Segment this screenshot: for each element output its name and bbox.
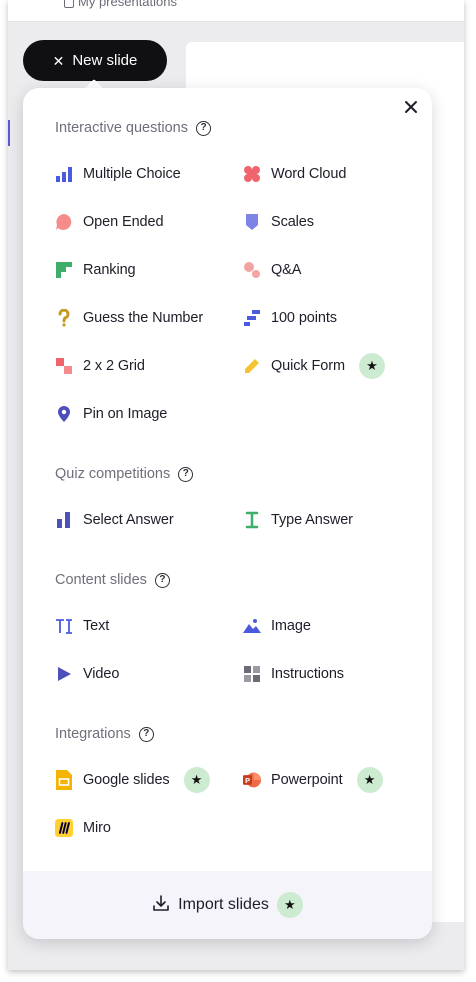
map-pin-icon (55, 405, 73, 423)
text-cursor-icon (243, 511, 261, 529)
item-pin-on-image[interactable]: Pin on Image (55, 390, 243, 438)
item-label: Guess the Number (83, 310, 204, 326)
bar-chart-icon (55, 511, 73, 529)
section-title: Interactive questions (55, 120, 188, 136)
section-title: Content slides (55, 572, 147, 588)
item-qa[interactable]: Q&A (243, 246, 415, 294)
item-multiple-choice[interactable]: Multiple Choice (55, 150, 243, 198)
qa-bubbles-icon (243, 261, 261, 279)
help-icon[interactable]: ? (178, 466, 194, 482)
active-slide-marker (8, 120, 10, 146)
item-video[interactable]: Video (55, 650, 243, 698)
item-guess-the-number[interactable]: Guess the Number (55, 294, 243, 342)
breadcrumb-label: My presentations (78, 0, 177, 9)
item-2x2-grid[interactable]: 2 x 2 Grid (55, 342, 243, 390)
item-label: Scales (271, 214, 314, 230)
star-icon: ★ (358, 353, 385, 379)
steps-icon (243, 309, 261, 327)
help-icon[interactable]: ? (154, 572, 170, 588)
item-label: Miro (83, 820, 111, 836)
text-type-icon (55, 617, 73, 635)
item-label: Text (83, 618, 110, 634)
item-label: Q&A (271, 262, 302, 278)
grid-squares-icon (55, 357, 73, 375)
item-miro[interactable]: Miro (55, 804, 243, 852)
item-label: Powerpoint (271, 772, 343, 788)
play-icon (55, 665, 73, 683)
image-mountain-icon (243, 617, 261, 635)
item-text[interactable]: Text (55, 602, 243, 650)
folder-icon (64, 0, 74, 8)
help-icon[interactable]: ? (196, 120, 211, 136)
section-interactive-questions: Interactive questions ? Multiple Choice … (55, 118, 415, 438)
bar-chart-icon (55, 165, 73, 183)
item-100-points[interactable]: 100 points (243, 294, 415, 342)
item-label: Open Ended (83, 214, 164, 230)
question-mark-icon (55, 309, 73, 327)
item-powerpoint[interactable]: P Powerpoint ★ (243, 756, 415, 804)
item-label: Word Cloud (271, 166, 347, 182)
star-icon: ★ (183, 767, 210, 793)
download-icon (152, 894, 170, 917)
item-label: Type Answer (271, 512, 353, 528)
item-label: 2 x 2 Grid (83, 358, 145, 374)
instructions-grid-icon (243, 665, 261, 683)
item-ranking[interactable]: Ranking (55, 246, 243, 294)
top-bar: My presentations (8, 0, 464, 22)
help-icon[interactable]: ? (138, 726, 154, 742)
speech-bubble-icon (55, 213, 73, 231)
miro-icon (55, 819, 73, 837)
shield-icon (243, 213, 261, 231)
item-label: Instructions (271, 666, 344, 682)
item-label: Multiple Choice (83, 166, 181, 182)
close-x-icon: ✕ (52, 52, 65, 69)
item-scales[interactable]: Scales (243, 198, 415, 246)
close-icon[interactable] (400, 96, 422, 118)
item-label: 100 points (271, 310, 337, 326)
section-quiz-competitions: Quiz competitions ? Select Answer Type A… (55, 464, 415, 544)
svg-text:P: P (245, 776, 250, 785)
section-title: Quiz competitions (55, 466, 171, 482)
powerpoint-icon: P (243, 771, 261, 789)
google-slides-icon (55, 770, 73, 790)
new-slide-label: New slide (72, 52, 138, 69)
item-google-slides[interactable]: Google slides ★ (55, 756, 243, 804)
breadcrumb[interactable]: My presentations (64, 0, 177, 9)
star-icon: ★ (356, 767, 383, 793)
item-select-answer[interactable]: Select Answer (55, 496, 243, 544)
item-word-cloud[interactable]: Word Cloud (243, 150, 415, 198)
section-title: Integrations (55, 726, 131, 742)
cloud-icon (243, 165, 261, 183)
new-slide-button[interactable]: ✕ New slide (23, 40, 167, 81)
item-label: Quick Form (271, 358, 345, 374)
item-label: Google slides (83, 772, 170, 788)
item-type-answer[interactable]: Type Answer (243, 496, 415, 544)
import-slides-button[interactable]: Import slides ★ (23, 871, 432, 939)
new-slide-popover: Interactive questions ? Multiple Choice … (23, 88, 432, 939)
item-label: Image (271, 618, 311, 634)
ranking-icon (55, 261, 73, 279)
item-label: Select Answer (83, 512, 174, 528)
item-label: Ranking (83, 262, 136, 278)
pencil-icon (243, 357, 261, 375)
item-instructions[interactable]: Instructions (243, 650, 415, 698)
import-slides-label: Import slides (178, 896, 269, 913)
item-image[interactable]: Image (243, 602, 415, 650)
item-quick-form[interactable]: Quick Form ★ (243, 342, 415, 390)
item-label: Video (83, 666, 120, 682)
star-icon: ★ (276, 892, 303, 918)
item-open-ended[interactable]: Open Ended (55, 198, 243, 246)
section-integrations: Integrations ? Google slides ★ P Powerpo… (55, 724, 415, 852)
section-content-slides: Content slides ? Text Image Video Instru… (55, 570, 415, 698)
item-label: Pin on Image (83, 406, 168, 422)
